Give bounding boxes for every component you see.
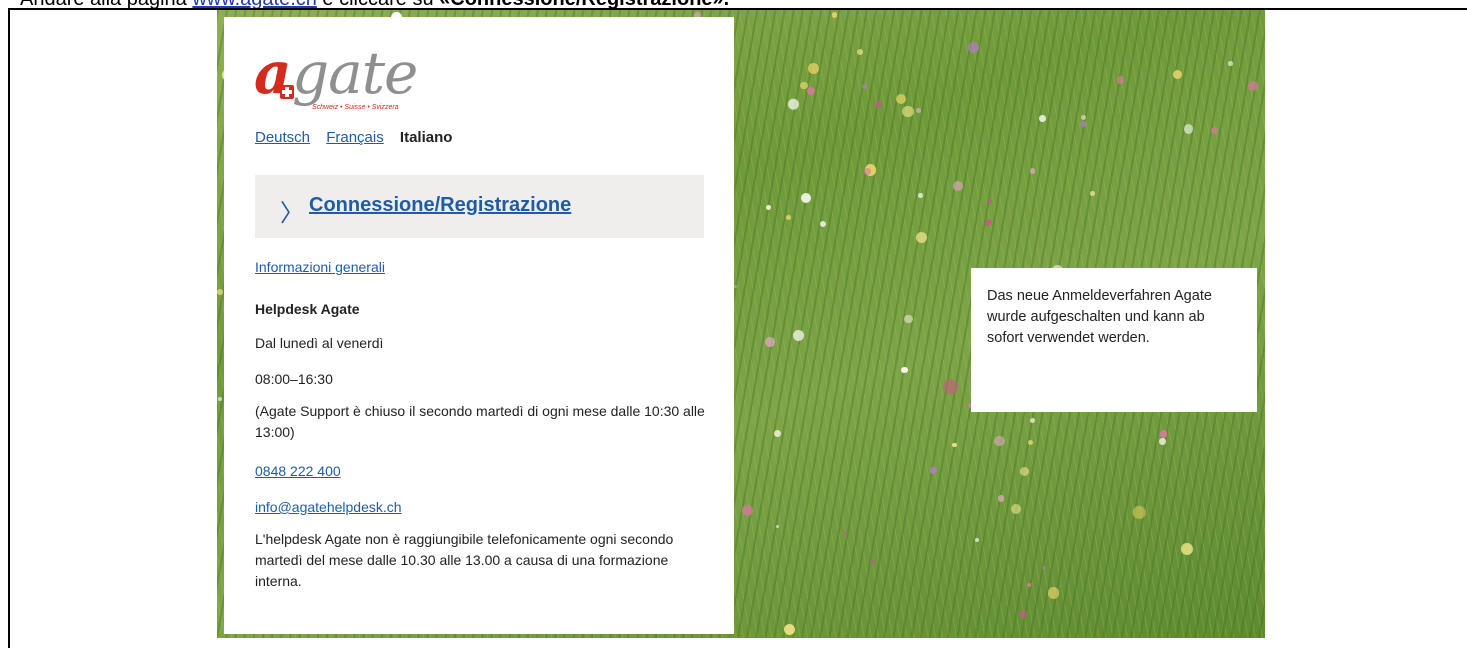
notice-box: Das neue Anmeldeverfahren Agate wurde au… xyxy=(971,268,1257,412)
flower-decoration xyxy=(1210,127,1218,135)
flower-decoration xyxy=(765,336,776,347)
flower-decoration xyxy=(904,314,913,323)
helpdesk-days: Dal lunedì al venerdì xyxy=(255,335,384,351)
logo-word: gate xyxy=(292,39,418,107)
flower-decoration xyxy=(1029,417,1036,424)
lang-fr-link[interactable]: Français xyxy=(326,129,384,146)
logo-subtitle: Schweiz • Suisse • Svizzera xyxy=(312,104,399,111)
login-box[interactable]: 〉 Connessione/Registrazione xyxy=(255,175,704,238)
lang-it-active: Italiano xyxy=(399,129,453,146)
flower-decoration xyxy=(862,84,867,90)
flower-decoration xyxy=(1039,115,1046,122)
flower-decoration xyxy=(800,81,808,89)
flower-decoration xyxy=(1019,466,1030,476)
general-info-link[interactable]: Informazioni generali xyxy=(255,259,385,275)
flower-decoration xyxy=(1080,120,1087,128)
agate-logo[interactable]: a gate Schweiz • Suisse • Svizzera xyxy=(254,39,444,117)
flower-decoration xyxy=(857,49,863,55)
flower-decoration xyxy=(952,442,957,447)
flower-decoration xyxy=(1159,438,1166,445)
flower-decoration xyxy=(783,623,796,635)
flower-decoration xyxy=(864,167,872,175)
language-switcher: Deutsch Français Italiano xyxy=(255,129,452,146)
lang-de-link[interactable]: Deutsch xyxy=(255,129,310,146)
flower-decoration xyxy=(1180,543,1193,556)
login-registration-link[interactable]: Connessione/Registrazione xyxy=(309,194,571,217)
flower-decoration xyxy=(870,559,876,565)
flower-decoration xyxy=(1172,69,1182,79)
flower-decoration xyxy=(967,42,979,53)
flower-decoration xyxy=(974,537,979,542)
flower-decoration xyxy=(1247,81,1258,92)
flower-decoration xyxy=(1047,586,1060,599)
flower-decoration xyxy=(775,525,779,529)
notice-text: Das neue Anmeldeverfahren Agate wurde au… xyxy=(987,288,1212,346)
chevron-right-icon: 〉 xyxy=(280,200,304,227)
flower-decoration xyxy=(217,396,223,402)
helpdesk-email-link[interactable]: info@agatehelpdesk.ch xyxy=(255,499,402,515)
login-panel: a gate Schweiz • Suisse • Svizzera Deuts… xyxy=(224,17,734,634)
flower-decoration xyxy=(217,289,223,295)
flower-decoration xyxy=(785,214,791,220)
flower-decoration xyxy=(1027,583,1032,588)
flower-decoration xyxy=(1028,439,1034,445)
flower-decoration xyxy=(806,86,815,95)
helpdesk-title: Helpdesk Agate xyxy=(255,301,360,317)
flower-decoration xyxy=(831,12,838,18)
flower-decoration xyxy=(1010,503,1022,514)
flower-decoration xyxy=(874,100,883,109)
flower-decoration xyxy=(765,205,771,211)
flower-decoration xyxy=(733,284,738,288)
flower-decoration xyxy=(997,495,1005,502)
flower-decoration xyxy=(1080,114,1086,120)
flower-decoration xyxy=(808,62,820,74)
flower-decoration xyxy=(774,429,782,437)
flower-decoration xyxy=(915,231,927,243)
flower-decoration xyxy=(1029,168,1035,174)
flower-decoration xyxy=(953,181,964,192)
flower-decoration xyxy=(1228,61,1233,66)
flower-decoration xyxy=(742,505,753,516)
flower-decoration xyxy=(915,107,921,114)
flower-decoration xyxy=(901,366,908,373)
flower-decoration xyxy=(1159,430,1168,438)
helpdesk-closure-note: (Agate Support è chiuso il secondo marte… xyxy=(255,403,705,440)
flower-decoration xyxy=(985,219,993,227)
flower-decoration xyxy=(1090,191,1095,196)
helpdesk-hours: 08:00–16:30 xyxy=(255,371,333,387)
flower-decoration xyxy=(994,435,1005,447)
flower-decoration xyxy=(800,193,812,204)
flower-decoration xyxy=(1041,565,1047,570)
helpdesk-phone-link[interactable]: 0848 222 400 xyxy=(255,463,341,479)
flower-decoration xyxy=(844,530,848,535)
flower-decoration xyxy=(1117,76,1125,84)
flower-decoration xyxy=(895,94,906,105)
flower-decoration xyxy=(820,220,827,227)
flower-decoration xyxy=(902,105,915,118)
flower-decoration xyxy=(1183,124,1193,134)
flower-decoration xyxy=(986,199,992,205)
flower-decoration xyxy=(930,467,937,474)
helpdesk-training-note: L'helpdesk Agate non è raggiungibile tel… xyxy=(255,531,674,589)
flower-decoration xyxy=(1018,610,1028,619)
flower-decoration xyxy=(793,329,805,341)
flower-decoration xyxy=(917,193,923,198)
